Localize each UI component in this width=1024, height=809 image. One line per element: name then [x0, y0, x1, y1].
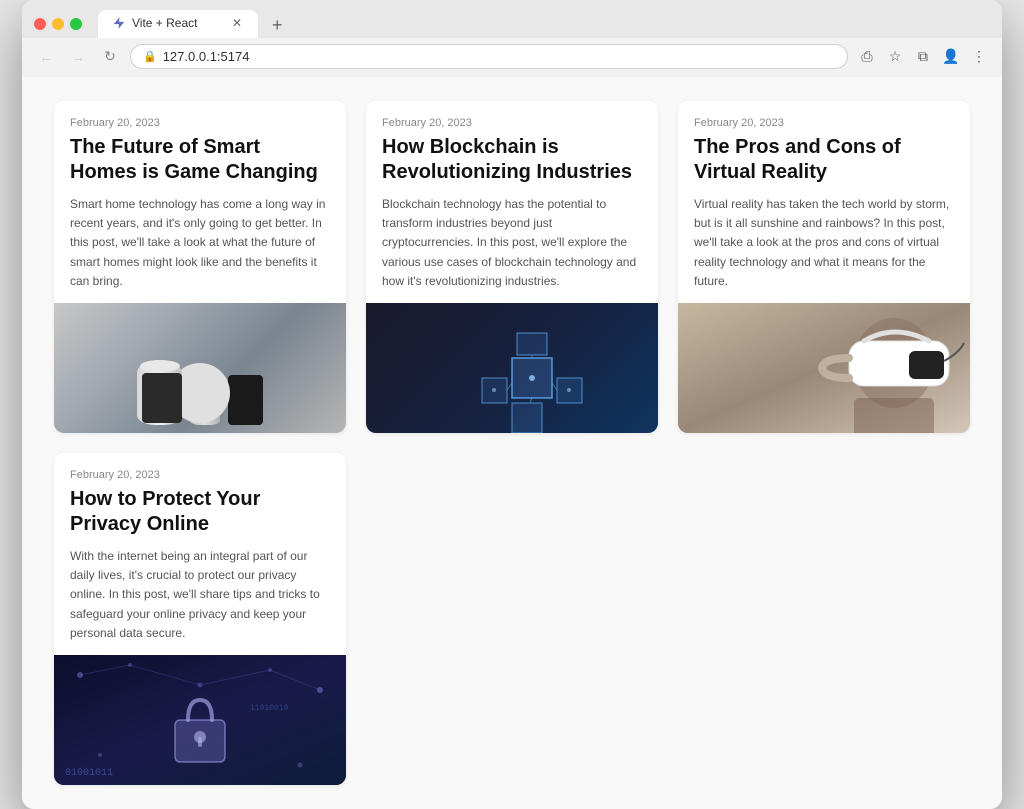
address-bar[interactable]: 🔒 127.0.0.1:5174: [130, 44, 848, 69]
card-text-area: February 20, 2023 How to Protect Your Pr…: [54, 453, 346, 655]
browser-controls: Vite + React ✕ +: [34, 10, 990, 38]
close-button[interactable]: [34, 18, 46, 30]
tab-close-button[interactable]: ✕: [230, 16, 244, 30]
privacy-svg: 01001011 11010010: [54, 655, 346, 785]
back-button[interactable]: ←: [34, 45, 58, 69]
new-tab-button[interactable]: +: [266, 13, 289, 38]
card-description: Blockchain technology has the potential …: [382, 195, 642, 291]
url-display: 127.0.0.1:5174: [163, 49, 250, 64]
card-title: How to Protect Your Privacy Online: [70, 487, 330, 537]
card-image-privacy: 01001011 11010010: [54, 655, 346, 785]
blog-card-vr[interactable]: February 20, 2023 The Pros and Cons of V…: [678, 101, 970, 433]
card-image-smart-home: [54, 303, 346, 433]
card-date: February 20, 2023: [70, 117, 330, 129]
browser-window: Vite + React ✕ + ← → ↻ 🔒 127.0.0.1:5174 …: [22, 0, 1002, 809]
card-date: February 20, 2023: [70, 469, 330, 481]
maximize-button[interactable]: [70, 18, 82, 30]
smart-hub-icon: [228, 375, 263, 425]
card-title: The Future of Smart Homes is Game Changi…: [70, 135, 330, 185]
card-title: The Pros and Cons of Virtual Reality: [694, 135, 954, 185]
menu-icon[interactable]: ⋮: [968, 46, 990, 68]
card-date: February 20, 2023: [382, 117, 642, 129]
refresh-button[interactable]: ↻: [98, 45, 122, 69]
smart-speaker-icon: [137, 360, 182, 425]
card-text-area: February 20, 2023 The Future of Smart Ho…: [54, 101, 346, 303]
card-title: How Blockchain is Revolutionizing Indust…: [382, 135, 642, 185]
tab-title: Vite + React: [132, 16, 224, 30]
browser-toolbar: ← → ↻ 🔒 127.0.0.1:5174 ⎙ ☆ ⧉ 👤 ⋮: [22, 38, 1002, 77]
minimize-button[interactable]: [52, 18, 64, 30]
blockchain-visual: [472, 328, 552, 408]
bookmark-icon[interactable]: ☆: [884, 46, 906, 68]
smart-device-icon: [190, 380, 220, 425]
svg-text:11010010: 11010010: [250, 704, 289, 713]
profile-icon[interactable]: 👤: [940, 46, 962, 68]
svg-text:01001011: 01001011: [65, 768, 113, 779]
card-description: With the internet being an integral part…: [70, 547, 330, 643]
card-image-vr: [678, 303, 970, 433]
card-text-area: February 20, 2023 How Blockchain is Revo…: [366, 101, 658, 303]
browser-titlebar: Vite + React ✕ +: [22, 0, 1002, 38]
tab-overview-icon[interactable]: ⧉: [912, 46, 934, 68]
active-tab[interactable]: Vite + React ✕: [98, 10, 258, 38]
card-description: Smart home technology has come a long wa…: [70, 195, 330, 291]
forward-button[interactable]: →: [66, 45, 90, 69]
blockchain-svg: [472, 328, 592, 433]
card-text-area: February 20, 2023 The Pros and Cons of V…: [678, 101, 970, 303]
blog-grid-top: February 20, 2023 The Future of Smart Ho…: [54, 101, 970, 433]
blog-card-privacy[interactable]: February 20, 2023 How to Protect Your Pr…: [54, 453, 346, 785]
share-icon[interactable]: ⎙: [856, 46, 878, 68]
card-date: February 20, 2023: [694, 117, 954, 129]
vr-svg: [678, 303, 970, 433]
page-content: February 20, 2023 The Future of Smart Ho…: [22, 77, 1002, 809]
toolbar-actions: ⎙ ☆ ⧉ 👤 ⋮: [856, 46, 990, 68]
security-icon: 🔒: [143, 50, 157, 63]
blog-grid-bottom: February 20, 2023 How to Protect Your Pr…: [54, 453, 970, 785]
tab-favicon: [112, 16, 126, 30]
blog-card-blockchain[interactable]: February 20, 2023 How Blockchain is Revo…: [366, 101, 658, 433]
card-description: Virtual reality has taken the tech world…: [694, 195, 954, 291]
card-image-blockchain: [366, 303, 658, 433]
tab-bar: Vite + React ✕ +: [98, 10, 990, 38]
blog-card-smart-homes[interactable]: February 20, 2023 The Future of Smart Ho…: [54, 101, 346, 433]
traffic-lights: [34, 18, 82, 30]
smart-home-visual: [54, 303, 346, 433]
